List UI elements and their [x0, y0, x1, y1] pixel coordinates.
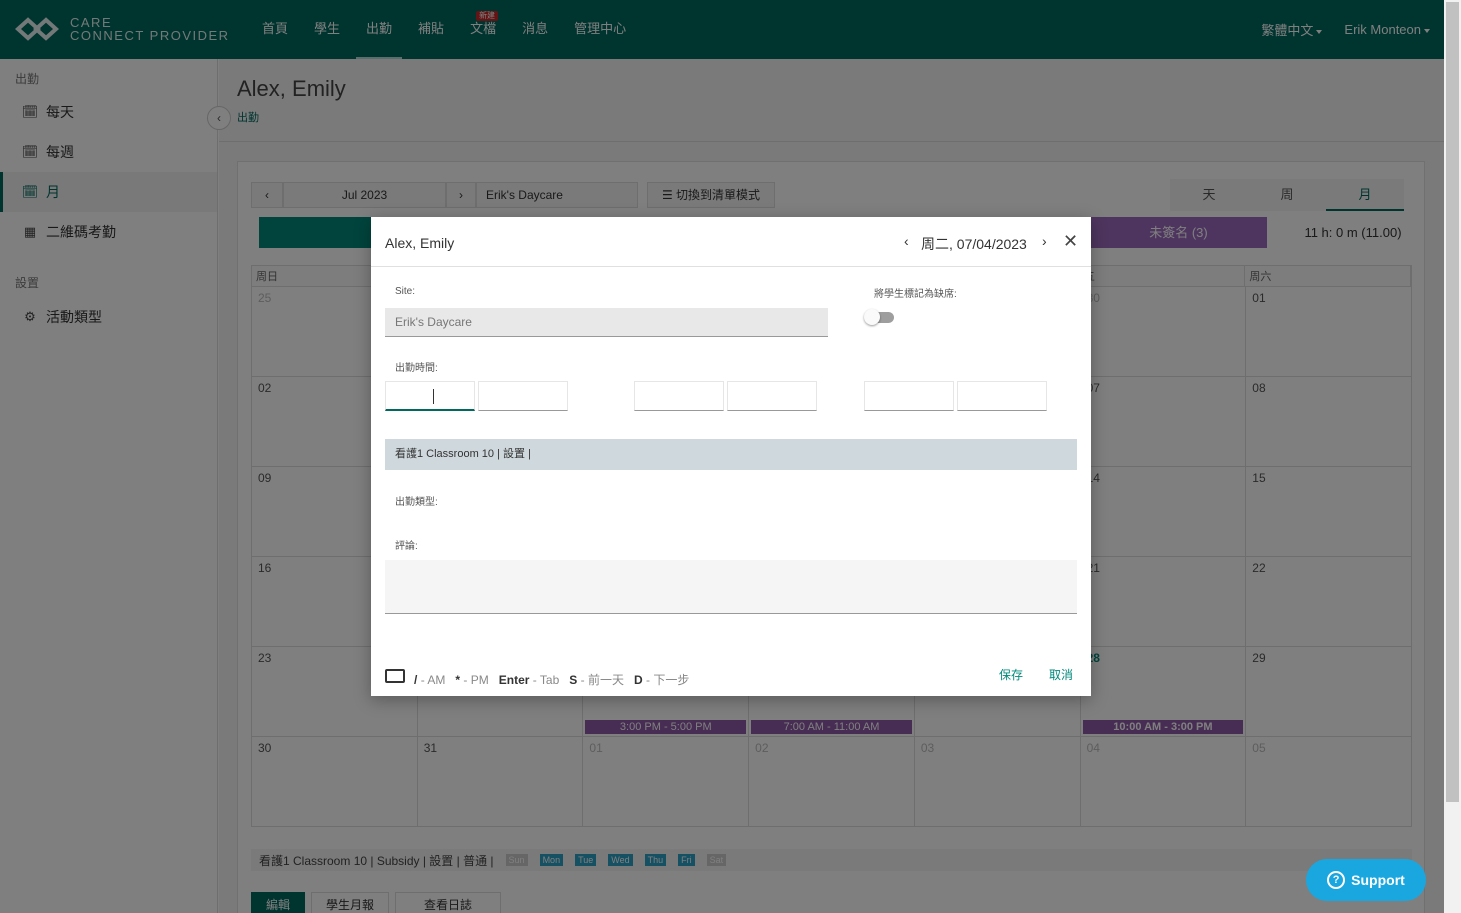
support-label: Support — [1351, 872, 1405, 888]
shortcut-desc: - 下一步 — [646, 673, 690, 687]
help-icon: ? — [1327, 871, 1346, 889]
absent-label: 將學生標記為缺席: — [874, 289, 957, 300]
shortcut-desc: - 前一天 — [580, 673, 624, 687]
keyboard-icon — [385, 669, 405, 683]
time-extra-minute-input[interactable] — [957, 381, 1047, 411]
comment-label: 評論: — [395, 541, 418, 552]
time-extra-hour-input[interactable] — [864, 381, 954, 411]
toggle-knob — [864, 309, 880, 325]
shortcut-desc: - PM — [463, 673, 489, 687]
dialog-date: 周二, 07/04/2023 — [921, 236, 1027, 252]
shortcut-key: D — [633, 673, 643, 687]
attendance-edit-dialog: Alex, Emily ‹ 周二, 07/04/2023 › ✕ Site: E… — [371, 217, 1091, 696]
cancel-button[interactable]: 取消 — [1049, 666, 1073, 683]
save-button[interactable]: 保存 — [999, 666, 1023, 683]
dialog-divider — [371, 266, 1091, 267]
time-out-minute-input[interactable] — [727, 381, 817, 411]
next-day-icon[interactable]: › — [1042, 233, 1047, 249]
absent-toggle[interactable] — [864, 309, 894, 325]
site-label: Site: — [395, 286, 416, 297]
support-button[interactable]: ? Support — [1306, 859, 1426, 901]
prev-day-icon[interactable]: ‹ — [904, 233, 909, 249]
enrollment-info-bar: 看護1 Classroom 10 | 設置 | — [385, 439, 1077, 470]
site-field: Erik's Daycare — [385, 308, 828, 337]
close-icon[interactable]: ✕ — [1063, 231, 1078, 252]
shortcut-desc: - Tab — [532, 673, 560, 687]
shortcut-key: S — [569, 673, 578, 687]
shortcut-key: * — [455, 673, 461, 687]
attendance-time-label: 出勤時間: — [395, 363, 438, 374]
scrollbar-thumb[interactable] — [1446, 2, 1459, 802]
shortcut-desc: - AM — [420, 673, 446, 687]
time-in-minute-input[interactable] — [478, 381, 568, 411]
shortcut-key: / — [414, 673, 418, 687]
time-in-hour-input[interactable] — [385, 381, 475, 411]
text-cursor — [433, 389, 434, 404]
time-out-hour-input[interactable] — [634, 381, 724, 411]
keyboard-shortcuts: / - AM * - PM Enter - Tab S - 前一天 D - 下一… — [414, 671, 689, 688]
shortcut-key: Enter — [498, 673, 530, 687]
attendance-type-label: 出勤類型: — [395, 497, 438, 508]
comment-textarea[interactable] — [385, 560, 1077, 614]
scrollbar[interactable] — [1444, 0, 1461, 913]
dialog-title: Alex, Emily — [385, 235, 455, 251]
